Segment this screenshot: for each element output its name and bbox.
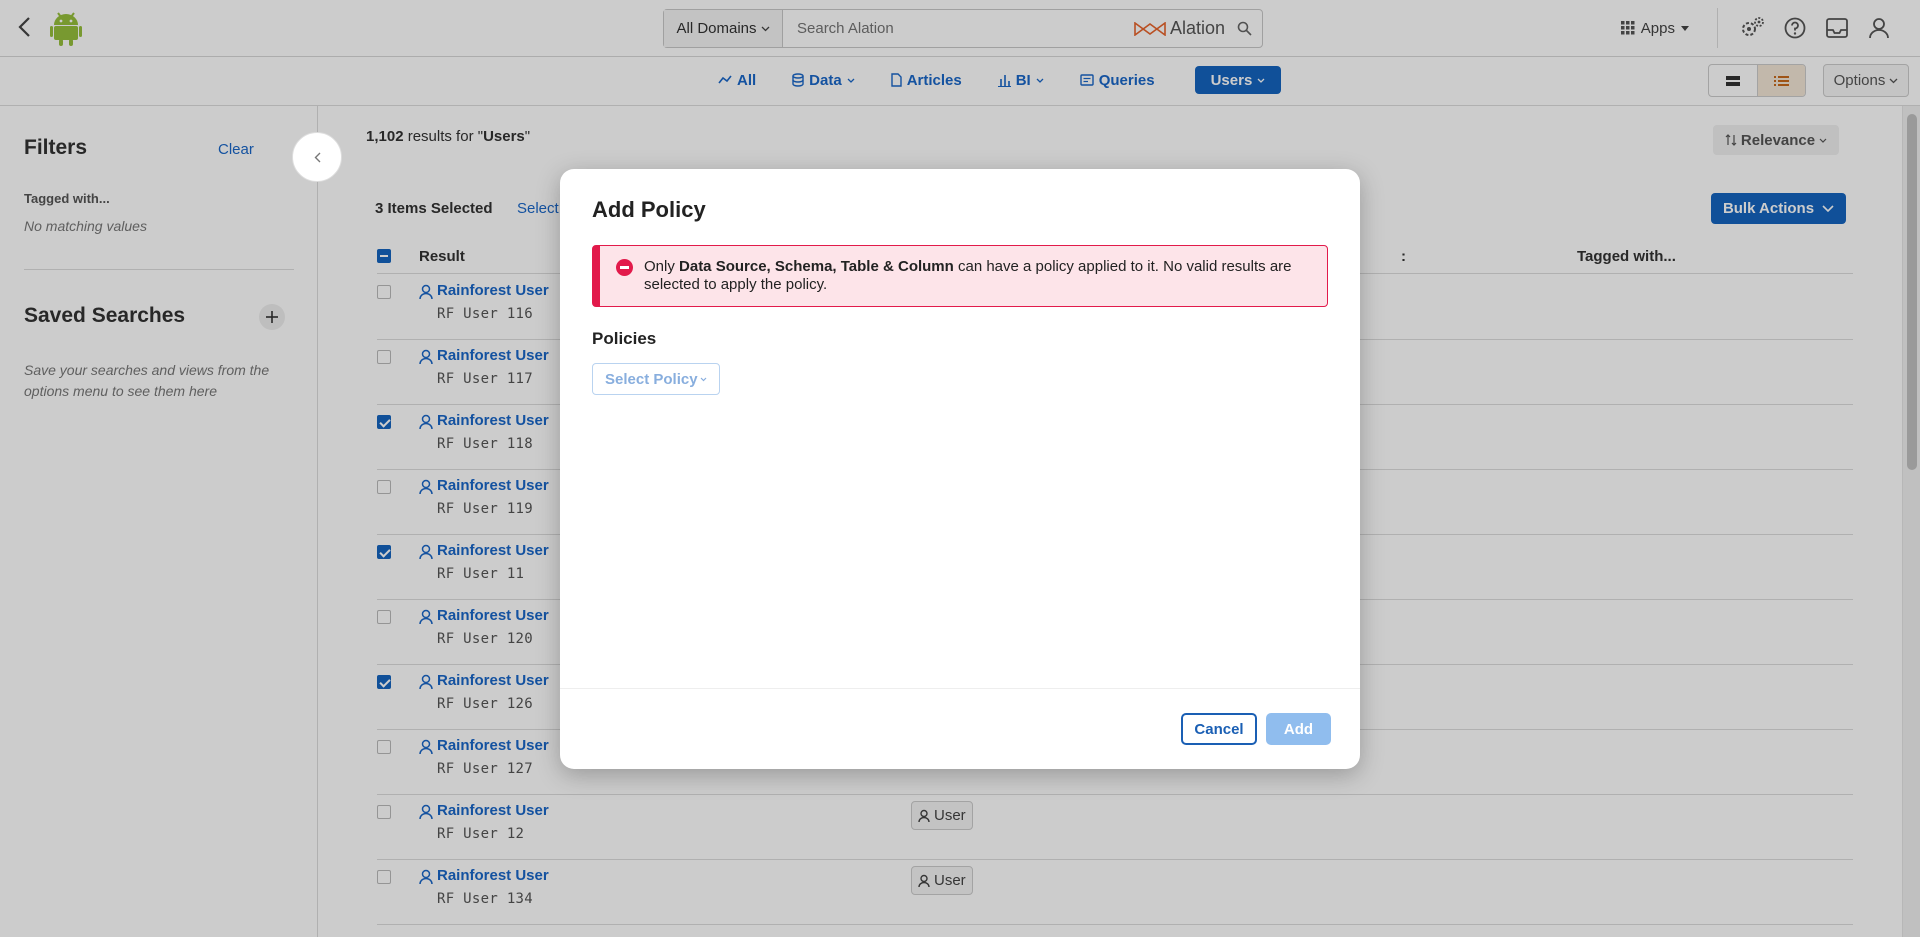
collapse-sidebar-button[interactable] xyxy=(292,132,342,182)
policies-label: Policies xyxy=(592,329,657,348)
select-policy-label: Select Policy xyxy=(605,370,698,388)
add-button[interactable]: Add xyxy=(1266,713,1331,745)
select-policy-dropdown[interactable]: Select Policy xyxy=(592,363,720,395)
add-policy-modal: Add Policy Only Data Source, Schema, Tab… xyxy=(560,169,1360,769)
error-alert: Only Data Source, Schema, Table & Column… xyxy=(592,245,1328,307)
chevron-down-icon xyxy=(700,377,706,381)
modal-footer-divider xyxy=(560,688,1360,689)
chevron-left-icon xyxy=(314,152,320,162)
modal-title: Add Policy xyxy=(592,197,706,222)
cancel-button[interactable]: Cancel xyxy=(1181,713,1257,745)
error-alert-text: Only Data Source, Schema, Table & Column… xyxy=(644,258,1314,294)
error-minus-icon xyxy=(616,259,633,276)
alert-text-bold: Data Source, Schema, Table & Column xyxy=(679,258,954,275)
alert-text-pre: Only xyxy=(644,258,680,275)
